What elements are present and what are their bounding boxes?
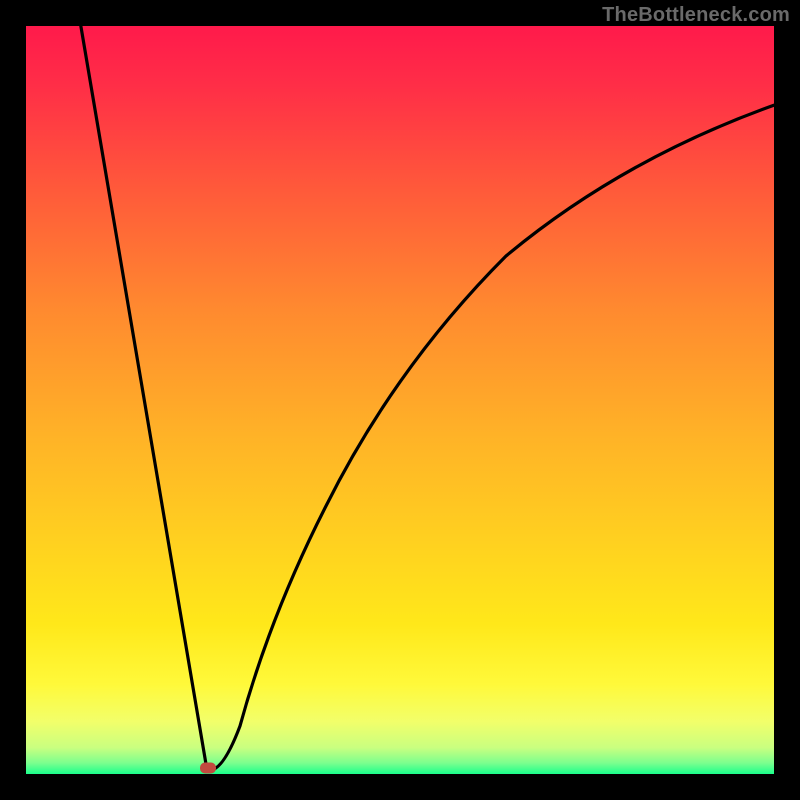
plot-area	[26, 26, 774, 774]
curve-path	[80, 26, 774, 770]
watermark-text: TheBottleneck.com	[602, 4, 790, 27]
minimum-marker	[200, 763, 216, 774]
chart-frame: TheBottleneck.com	[0, 0, 800, 800]
bottleneck-curve	[26, 26, 774, 774]
